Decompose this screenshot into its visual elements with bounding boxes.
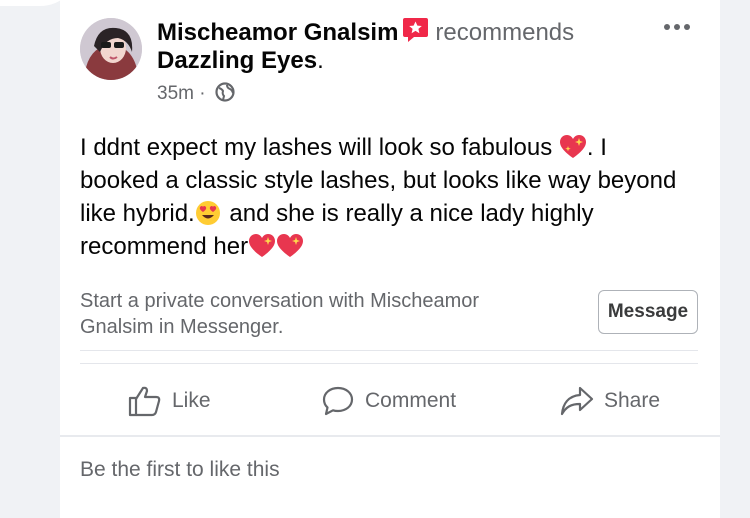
post-time[interactable]: 35m [157, 83, 194, 104]
post-body: I ddnt expect my lashes will look so fab… [80, 131, 680, 263]
share-button[interactable]: Share [560, 383, 660, 419]
comment-button[interactable]: Comment [321, 383, 456, 419]
recommends-label: recommends [435, 19, 575, 46]
business-suffix: . [317, 47, 324, 74]
heart-eyes-emoji [195, 200, 223, 226]
like-label: Like [172, 389, 211, 412]
share-icon [560, 386, 594, 416]
post-text-part1: I ddnt expect my lashes will look so fab… [80, 134, 559, 161]
globe-icon[interactable] [215, 82, 235, 109]
divider [80, 350, 698, 351]
post-header: Mischeamor Gnalsim recommends [157, 16, 574, 48]
meta-separator: · [199, 83, 206, 104]
comment-icon [322, 386, 354, 416]
sparkling-heart-emoji [276, 233, 304, 259]
sparkling-heart-emoji [559, 134, 587, 160]
divider [80, 363, 698, 364]
post-meta: 35m · [157, 82, 235, 109]
star-badge-icon [402, 16, 429, 43]
avatar[interactable] [80, 18, 142, 80]
like-icon [128, 386, 161, 417]
messenger-prompt: Start a private conversation with Mische… [80, 290, 480, 338]
share-label: Share [604, 389, 661, 412]
more-options-icon[interactable] [662, 20, 692, 34]
business-line: Dazzling Eyes. [157, 46, 324, 76]
comment-label: Comment [365, 389, 457, 412]
like-button[interactable]: Like [128, 383, 211, 419]
reaction-summary: Be the first to like this [80, 458, 280, 481]
divider [60, 435, 720, 437]
author-name[interactable]: Mischeamor Gnalsim [157, 19, 398, 46]
message-button[interactable]: Message [598, 290, 698, 334]
sparkling-heart-emoji [248, 233, 276, 259]
business-name[interactable]: Dazzling Eyes [157, 47, 317, 74]
